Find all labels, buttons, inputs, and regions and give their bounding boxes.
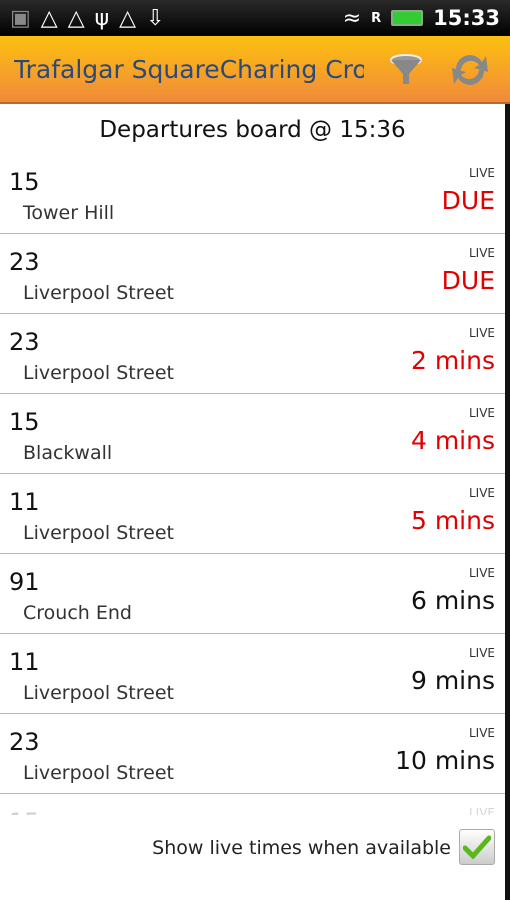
checkmark-icon	[463, 835, 491, 859]
app-bar: Trafalgar SquareCharing Cross,	[0, 36, 510, 104]
warning-icon: △	[40, 5, 58, 31]
eta: 10 mins	[395, 746, 495, 775]
refresh-icon	[452, 55, 488, 85]
live-badge: LIVE	[468, 246, 495, 260]
status-bar: ▣ △ △ ψ △ ⇩ ≈ R 15:33	[0, 0, 510, 36]
destination: Liverpool Street	[23, 362, 174, 384]
funnel-icon	[390, 54, 422, 84]
download-icon: ⇩	[146, 5, 165, 31]
live-badge: LIVE	[468, 486, 495, 500]
destination: Liverpool Street	[23, 282, 174, 304]
filter-button[interactable]	[384, 50, 428, 90]
bag-icon: ▣	[10, 5, 31, 31]
departure-row[interactable]: 91 Crouch End LIVE 6 mins	[0, 554, 505, 634]
live-badge: LIVE	[468, 646, 495, 660]
route-number: 23	[9, 328, 40, 356]
live-badge: LIVE	[468, 726, 495, 740]
board-title: Departures board @ 15:36	[99, 117, 406, 143]
live-badge: LIVE	[468, 406, 495, 420]
scrollbar[interactable]	[505, 104, 510, 900]
eta: 5 mins	[410, 506, 495, 535]
usb-icon: ψ	[94, 5, 110, 31]
destination: Crouch End	[23, 602, 132, 624]
route-number: 15	[9, 408, 40, 436]
departures-list[interactable]: 15 Tower Hill LIVE DUE 23 Liverpool Stree…	[0, 154, 505, 836]
eta: 6 mins	[410, 586, 495, 615]
departure-row[interactable]: 23 Liverpool Street LIVE 10 mins	[0, 714, 505, 794]
warning-icon: △	[119, 5, 137, 31]
departure-row[interactable]: 15 Blackwall LIVE 4 mins	[0, 394, 505, 474]
battery-icon	[391, 10, 424, 26]
eta: 4 mins	[410, 426, 495, 455]
departure-row[interactable]: 11 Liverpool Street LIVE 9 mins	[0, 634, 505, 714]
destination: Liverpool Street	[23, 762, 174, 784]
route-number: 11	[9, 488, 40, 516]
live-badge: LIVE	[468, 326, 495, 340]
destination: Tower Hill	[23, 202, 115, 224]
warning-icon: △	[67, 5, 85, 31]
destination: Liverpool Street	[23, 682, 174, 704]
eta: DUE	[441, 186, 495, 215]
eta: 2 mins	[410, 346, 495, 375]
route-number: 15	[9, 168, 40, 196]
wifi-icon: ≈	[342, 5, 362, 31]
clock: 15:33	[433, 6, 500, 30]
departure-row[interactable]: 11 Liverpool Street LIVE 5 mins	[0, 474, 505, 554]
route-number: 91	[9, 568, 40, 596]
departures-board: Departures board @ 15:36 15 Tower Hill L…	[0, 104, 505, 900]
refresh-button[interactable]	[448, 50, 492, 90]
eta: DUE	[441, 266, 495, 295]
stop-title: Trafalgar SquareCharing Cross,	[14, 54, 364, 84]
live-badge: LIVE	[468, 166, 495, 180]
route-number: 23	[9, 728, 40, 756]
live-badge: LIVE	[468, 566, 495, 580]
departure-row[interactable]: 15 Tower Hill LIVE DUE	[0, 154, 505, 234]
roaming-signal-icon: R	[371, 10, 382, 26]
footer: Show live times when available	[0, 815, 505, 900]
live-times-checkbox[interactable]	[459, 829, 495, 865]
live-times-label: Show live times when available	[152, 837, 451, 859]
route-number: 23	[9, 248, 40, 276]
destination: Blackwall	[23, 442, 113, 464]
departure-row[interactable]: 23 Liverpool Street LIVE 2 mins	[0, 314, 505, 394]
route-number: 11	[9, 648, 40, 676]
eta: 9 mins	[410, 666, 495, 695]
departure-row[interactable]: 23 Liverpool Street LIVE DUE	[0, 234, 505, 314]
destination: Liverpool Street	[23, 522, 174, 544]
